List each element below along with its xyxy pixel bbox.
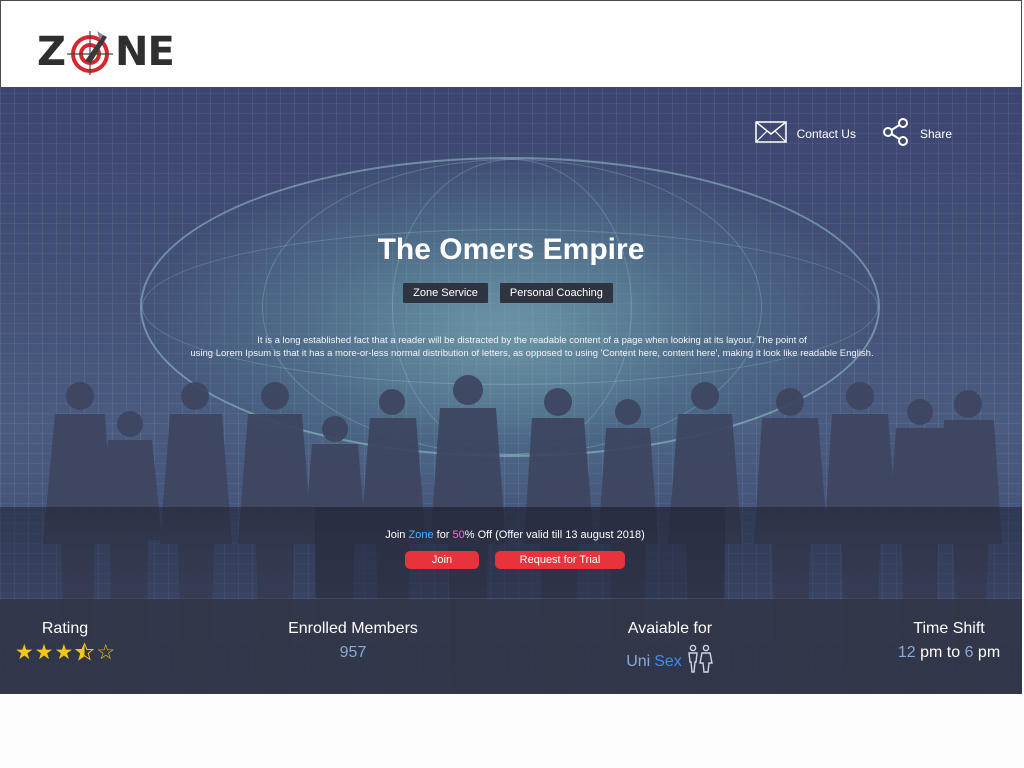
star-empty-icon: ☆: [96, 641, 116, 664]
offer-middle: for: [433, 529, 453, 541]
hero-banner: Contact Us Share The Omers Empire Zone S…: [0, 87, 1022, 694]
share-link[interactable]: Share: [882, 118, 952, 149]
tag-personal-coaching[interactable]: Personal Coaching: [499, 283, 613, 303]
logo-letter-z: Z: [37, 29, 66, 75]
stats-bar: Rating ★ ★ ★ ☆ Enrolled Members 957 Avaiabl…: [0, 599, 1022, 694]
time-value: 12 pm to 6 pm: [890, 644, 1008, 662]
offer-suffix: % Off (Offer valid till 13 august 2018): [464, 529, 645, 541]
time-mid: pm to: [915, 644, 965, 661]
available-value: Uni Sex: [610, 644, 730, 679]
offer-buttons: Join Request for Trial: [0, 551, 1022, 569]
offer-panel: Join Zone for 50% Off (Offer valid till …: [0, 507, 1022, 598]
offer-text: Join Zone for 50% Off (Offer valid till …: [0, 529, 1022, 541]
envelope-icon: [754, 121, 787, 146]
star-full-icon: ★: [34, 641, 54, 664]
rating-label: Rating: [41, 620, 89, 637]
available-uni: Uni: [626, 652, 651, 670]
tag-zone-service[interactable]: Zone Service: [403, 283, 488, 303]
star-full-icon: ★: [54, 641, 74, 664]
zone-logo[interactable]: Z NE: [37, 9, 175, 77]
contact-us-label: Contact Us: [796, 126, 856, 141]
members-value: 957: [339, 644, 367, 661]
stat-time-shift: Time Shift 12 pm to 6 pm: [890, 620, 1008, 662]
description-line-1: It is a long established fact that a rea…: [257, 335, 807, 346]
offer-percent: 50: [452, 529, 465, 541]
service-tags: Zone Service Personal Coaching: [0, 283, 1022, 303]
available-sex: Sex: [654, 652, 682, 670]
star-full-icon: ★: [14, 641, 34, 664]
rating-stars: ★ ★ ★ ☆: [10, 642, 120, 667]
site-header: Z NE: [0, 0, 1022, 87]
page-title: The Omers Empire: [377, 233, 645, 266]
share-label: Share: [919, 126, 952, 141]
join-button[interactable]: Join: [405, 551, 479, 569]
header-actions: Contact Us Share: [754, 118, 952, 149]
share-icon: [882, 118, 910, 149]
available-label: Avaiable for: [627, 620, 713, 637]
stat-available-for: Avaiable for Uni Sex: [610, 620, 730, 679]
stat-enrolled-members: Enrolled Members 957: [283, 620, 423, 662]
request-trial-button[interactable]: Request for Trial: [495, 551, 625, 569]
page: Z NE Contact Us Share The Omers Empire Z…: [0, 0, 1024, 768]
members-label: Enrolled Members: [288, 620, 418, 637]
contact-us-link[interactable]: Contact Us: [754, 121, 856, 146]
offer-prefix: Join: [385, 529, 409, 541]
time-label: Time Shift: [913, 620, 985, 637]
offer-brand: Zone: [408, 529, 434, 541]
hero-description: It is a long established fact that a rea…: [0, 334, 1022, 360]
description-line-2: using Lorem Ipsum is that it has a more-…: [190, 348, 874, 359]
stat-rating: Rating ★ ★ ★ ☆: [10, 620, 120, 667]
star-half-icon: [74, 642, 95, 667]
time-start: 12: [897, 644, 916, 661]
time-end-suffix: pm: [973, 644, 1001, 661]
unisex-people-icon: [686, 644, 714, 679]
target-icon: [67, 29, 114, 75]
logo-letters-ne: NE: [115, 29, 175, 75]
